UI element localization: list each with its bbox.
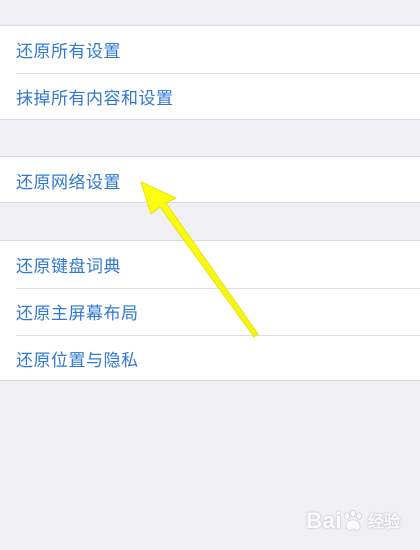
settings-group-3: 还原键盘词典 还原主屏幕布局 还原位置与隐私 <box>0 240 420 381</box>
watermark-brand-left: Bai <box>306 508 342 533</box>
settings-group-1: 还原所有设置 抹掉所有内容和设置 <box>0 25 420 120</box>
paw-icon <box>344 509 362 531</box>
erase-all-content-label: 抹掉所有内容和设置 <box>16 89 174 109</box>
reset-keyboard-dictionary-label: 还原键盘词典 <box>16 257 121 277</box>
reset-home-screen-layout-label: 还原主屏幕布局 <box>16 304 139 324</box>
reset-home-screen-layout-row[interactable]: 还原主屏幕布局 <box>0 288 420 335</box>
watermark-brand-right: 经验 <box>367 514 400 531</box>
reset-all-settings-label: 还原所有设置 <box>16 42 121 62</box>
reset-all-settings-row[interactable]: 还原所有设置 <box>0 26 420 73</box>
reset-network-settings-row[interactable]: 还原网络设置 <box>0 157 420 204</box>
settings-group-2: 还原网络设置 <box>0 156 420 203</box>
baidu-jingyan-watermark: Bai 经验 <box>306 508 400 534</box>
reset-location-privacy-label: 还原位置与隐私 <box>16 351 139 371</box>
reset-settings-screen: 还原所有设置 抹掉所有内容和设置 还原网络设置 还原键盘词典 还原主屏幕布局 还… <box>0 0 420 550</box>
reset-keyboard-dictionary-row[interactable]: 还原键盘词典 <box>0 241 420 288</box>
reset-network-settings-label: 还原网络设置 <box>16 173 121 193</box>
erase-all-content-row[interactable]: 抹掉所有内容和设置 <box>0 73 420 120</box>
reset-location-privacy-row[interactable]: 还原位置与隐私 <box>0 335 420 382</box>
